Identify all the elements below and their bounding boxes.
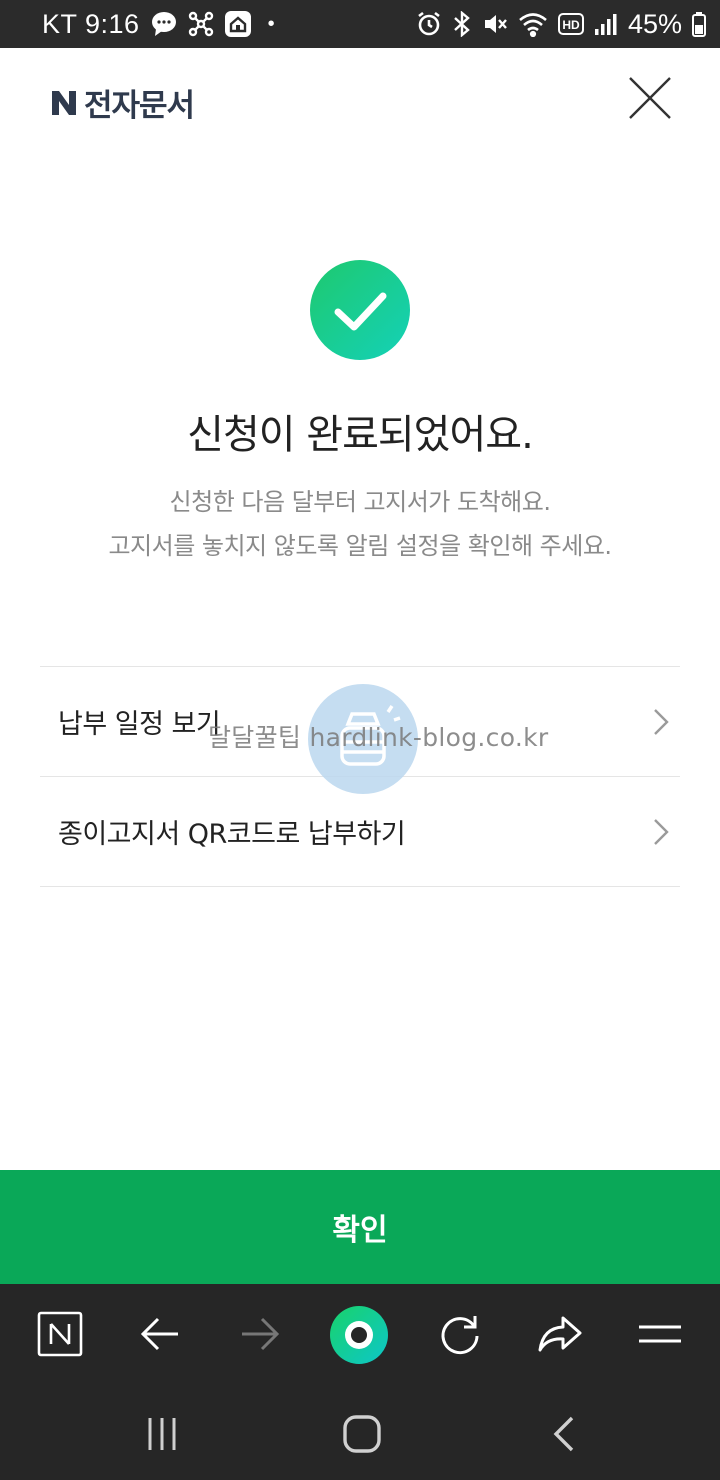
close-button[interactable] bbox=[626, 74, 674, 122]
notification-dot: • bbox=[267, 12, 276, 35]
refresh-button[interactable] bbox=[434, 1308, 486, 1360]
home-app-icon bbox=[224, 10, 252, 38]
recent-apps-icon bbox=[148, 1418, 176, 1450]
back-nav-button[interactable] bbox=[540, 1410, 588, 1458]
home-icon bbox=[343, 1415, 381, 1453]
desc-line-1: 신청한 다음 달부터 고지서가 도착해요. bbox=[169, 488, 551, 516]
svg-text:HD: HD bbox=[562, 18, 580, 32]
share-button[interactable] bbox=[534, 1308, 586, 1360]
back-button[interactable] bbox=[134, 1308, 186, 1360]
battery-icon bbox=[692, 11, 706, 37]
result-title: 신청이 완료되었어요. bbox=[187, 412, 534, 458]
green-dot-icon bbox=[330, 1306, 388, 1364]
hd-icon: HD bbox=[557, 13, 584, 35]
home-button[interactable] bbox=[338, 1410, 386, 1458]
result-description: 신청한 다음 달부터 고지서가 도착해요. 고지서를 놓치지 않도록 알림 설정… bbox=[0, 480, 720, 568]
menu-button[interactable] bbox=[634, 1308, 686, 1360]
naver-n-icon bbox=[50, 89, 78, 117]
naver-home-icon bbox=[37, 1311, 83, 1357]
brand-logo: 전자문서 bbox=[50, 80, 195, 125]
menu-icon bbox=[639, 1325, 681, 1343]
green-dot-button[interactable] bbox=[328, 1304, 390, 1366]
chat-bubble-icon bbox=[150, 10, 178, 38]
back-icon bbox=[553, 1416, 574, 1452]
desc-line-2: 고지서를 놓치지 않도록 알림 설정을 확인해 주세요. bbox=[108, 532, 612, 560]
mute-icon bbox=[482, 11, 508, 37]
menu-item-label: 종이고지서 QR코드로 납부하기 bbox=[58, 819, 406, 850]
back-arrow-icon bbox=[140, 1317, 178, 1351]
app-header: 전자문서 bbox=[0, 48, 720, 148]
wifi-icon bbox=[518, 11, 548, 37]
share-icon bbox=[538, 1316, 582, 1352]
chevron-right-icon bbox=[654, 709, 669, 735]
check-circle-icon bbox=[310, 260, 410, 360]
battery-percent: 45% bbox=[627, 8, 682, 39]
signal-icon bbox=[594, 11, 618, 37]
status-time: KT 9:16 bbox=[42, 8, 140, 39]
naver-home-button[interactable] bbox=[34, 1308, 86, 1360]
chevron-right-icon bbox=[654, 819, 669, 845]
alarm-icon bbox=[416, 11, 442, 37]
menu-item-label: 납부 일정 보기 bbox=[58, 709, 221, 740]
forward-button[interactable] bbox=[234, 1308, 286, 1360]
status-bar: KT 9:16 • HD 45% bbox=[0, 0, 720, 48]
forward-arrow-icon bbox=[242, 1317, 280, 1351]
recent-apps-button[interactable] bbox=[138, 1410, 186, 1458]
system-nav-bar bbox=[0, 1384, 720, 1480]
confirm-button[interactable]: 확인 bbox=[0, 1170, 720, 1284]
close-icon bbox=[629, 77, 671, 119]
bluetooth-icon bbox=[452, 11, 472, 37]
refresh-icon bbox=[441, 1316, 479, 1355]
brand-title: 전자문서 bbox=[84, 88, 195, 124]
network-share-icon bbox=[188, 11, 214, 37]
browser-toolbar bbox=[0, 1284, 720, 1384]
watermark-text: 달달꿀팁 hardlink-blog.co.kr bbox=[208, 723, 549, 752]
